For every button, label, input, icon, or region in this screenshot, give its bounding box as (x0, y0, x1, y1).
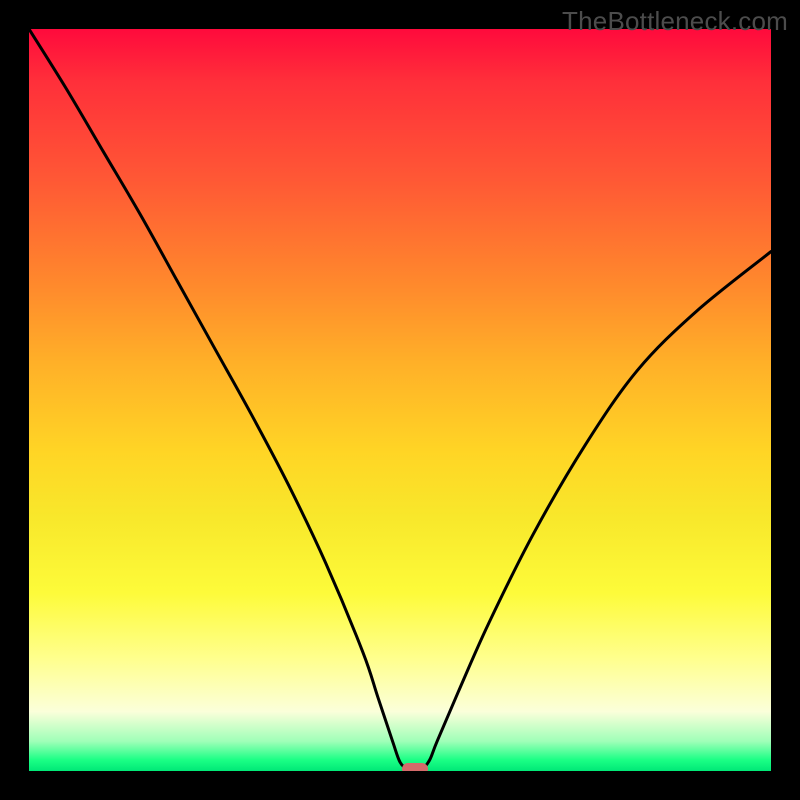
bottleneck-curve (29, 29, 771, 771)
chart-frame: TheBottleneck.com (0, 0, 800, 800)
curve-path (29, 29, 771, 769)
watermark-text: TheBottleneck.com (562, 6, 788, 37)
min-marker (402, 763, 428, 771)
plot-area (29, 29, 771, 771)
